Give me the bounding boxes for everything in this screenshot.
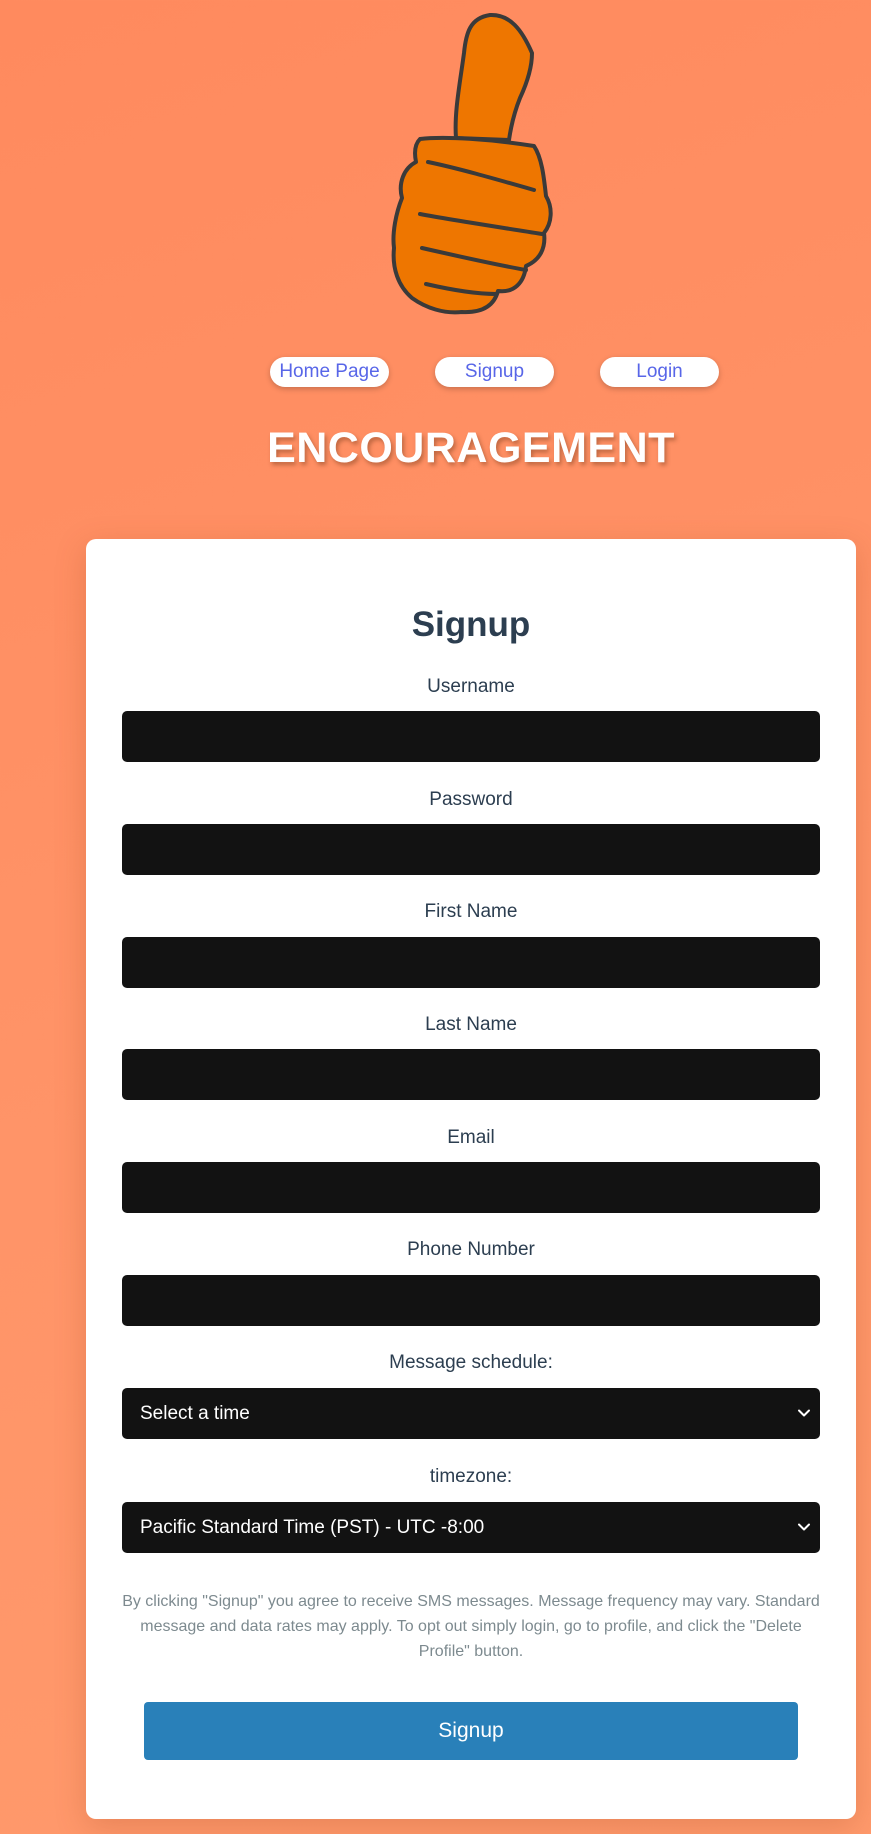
thumbs-up-icon bbox=[391, 12, 553, 315]
email-label: Email bbox=[447, 1127, 495, 1148]
phone-label: Phone Number bbox=[407, 1239, 535, 1260]
first-name-label: First Name bbox=[424, 901, 518, 922]
last-name-input[interactable] bbox=[122, 1049, 820, 1100]
sms-disclaimer: By clicking "Signup" you agree to receiv… bbox=[122, 1593, 820, 1660]
username-input[interactable] bbox=[122, 711, 820, 762]
first-name-input[interactable] bbox=[122, 937, 820, 988]
top-nav: Home Page Signup Login bbox=[0, 357, 871, 387]
password-input[interactable] bbox=[122, 824, 820, 875]
schedule-selected-value: Select a time bbox=[140, 1403, 250, 1424]
timezone-selected-value: Pacific Standard Time (PST) - UTC -8:00 bbox=[140, 1517, 485, 1538]
signup-submit-button[interactable]: Signup bbox=[144, 1702, 798, 1760]
last-name-label: Last Name bbox=[425, 1014, 517, 1035]
nav-home-button[interactable]: Home Page bbox=[270, 357, 389, 387]
email-input[interactable] bbox=[122, 1162, 820, 1213]
signup-card: Signup Username Password First Name Last… bbox=[86, 539, 856, 1819]
timezone-label: timezone: bbox=[429, 1466, 513, 1487]
chevron-down-icon bbox=[798, 1409, 810, 1417]
nav-signup-button[interactable]: Signup bbox=[435, 357, 554, 387]
timezone-select[interactable]: Pacific Standard Time (PST) - UTC -8:00 bbox=[122, 1502, 820, 1553]
password-label: Password bbox=[429, 789, 513, 810]
chevron-down-icon bbox=[798, 1523, 810, 1531]
form-title: Signup bbox=[411, 605, 531, 644]
phone-input[interactable] bbox=[122, 1275, 820, 1326]
schedule-label: Message schedule: bbox=[389, 1352, 553, 1373]
site-title: ENCOURAGEMENT bbox=[267, 424, 675, 472]
schedule-select[interactable]: Select a time bbox=[122, 1388, 820, 1439]
nav-login-button[interactable]: Login bbox=[600, 357, 719, 387]
username-label: Username bbox=[427, 676, 515, 697]
